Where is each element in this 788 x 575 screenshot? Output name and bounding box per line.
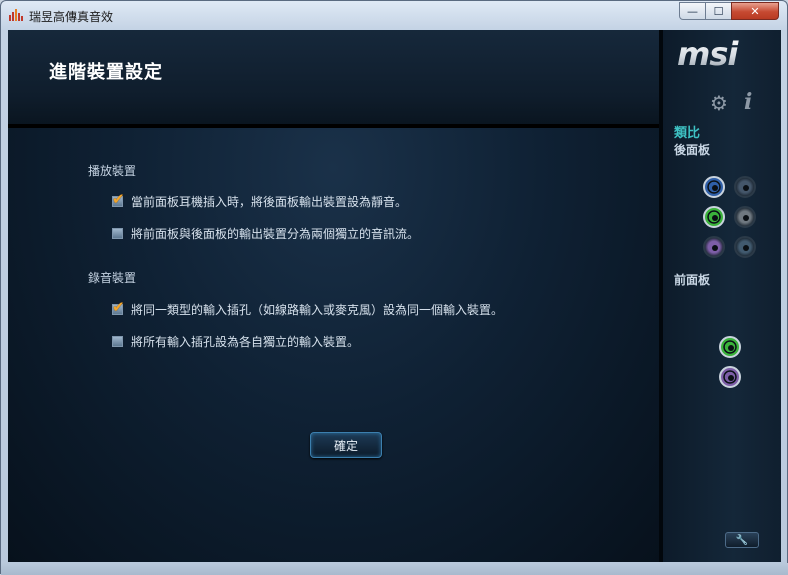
mute-rear-checkbox[interactable] [112, 190, 125, 208]
recording-option-merge-inputs[interactable]: 將同一類型的輸入插孔（如線路輸入或麥克風）設為同一個輸入裝置。 [112, 298, 504, 318]
audio-app-icon [9, 9, 23, 21]
merge-inputs-checkbox[interactable] [112, 298, 125, 316]
back-jack-3[interactable] [703, 206, 725, 228]
front-jack-1[interactable] [719, 336, 741, 358]
header: 進階裝置設定 [8, 30, 661, 124]
back-jack-1[interactable] [703, 176, 725, 198]
recording-option-separate-inputs[interactable]: 將所有輸入插孔設為各自獨立的輸入裝置。 [112, 333, 359, 350]
back-panel-label: 後面板 [674, 143, 711, 157]
window-bottom-frame [1, 563, 788, 575]
analog-label: 類比 [674, 126, 701, 141]
close-icon: ✕ [750, 4, 760, 18]
header-divider [8, 124, 659, 128]
back-jack-4[interactable] [734, 206, 756, 228]
settings-panel: 播放裝置 當前面板耳機插入時，將後面板輸出裝置設為靜音。 將前面板與後面板的輸出… [8, 124, 659, 562]
maximize-button[interactable]: ☐ [705, 2, 732, 20]
split-streams-checkbox[interactable] [112, 228, 123, 239]
ok-button[interactable]: 確定 [310, 432, 382, 458]
back-jack-2[interactable] [734, 176, 756, 198]
playback-option-split-streams[interactable]: 將前面板與後面板的輸出裝置分為兩個獨立的音訊流。 [112, 225, 419, 242]
client-area: 進階裝置設定 播放裝置 當前面板耳機插入時，將後面板輸出裝置設為靜音。 將前面板… [8, 30, 781, 562]
playback-option-mute-rear[interactable]: 當前面板耳機插入時，將後面板輸出裝置設為靜音。 [112, 190, 408, 210]
wrench-button[interactable]: 🔧 [725, 532, 759, 548]
window-title: 瑞昱高傳真音效 [29, 10, 114, 24]
merge-inputs-label: 將同一類型的輸入插孔（如線路輸入或麥克風）設為同一個輸入裝置。 [131, 303, 504, 317]
back-jack-5[interactable] [703, 236, 725, 258]
mute-rear-label: 當前面板耳機插入時，將後面板輸出裝置設為靜音。 [131, 195, 408, 209]
playback-section-label: 播放裝置 [88, 164, 137, 178]
minimize-icon: — [687, 4, 698, 18]
title-bar[interactable]: 瑞昱高傳真音效 — ☐ ✕ [1, 1, 787, 29]
msi-logo-text: msi [677, 38, 739, 73]
wrench-icon: 🔧 [735, 534, 749, 546]
minimize-button[interactable]: — [679, 2, 706, 20]
split-streams-label: 將前面板與後面板的輸出裝置分為兩個獨立的音訊流。 [131, 227, 420, 241]
front-jack-2[interactable] [719, 366, 741, 388]
gear-icon[interactable]: ⚙ [710, 91, 728, 115]
close-button[interactable]: ✕ [731, 2, 779, 20]
app-window: 瑞昱高傳真音效 — ☐ ✕ 進階裝置設定 播放裝置 當前面板耳機插入時，將後面板… [0, 0, 788, 575]
separate-inputs-checkbox[interactable] [112, 336, 123, 347]
page-title: 進階裝置設定 [49, 62, 163, 83]
separate-inputs-label: 將所有輸入插孔設為各自獨立的輸入裝置。 [131, 335, 360, 349]
recording-section-label: 錄音裝置 [88, 271, 137, 285]
front-panel-label: 前面板 [674, 273, 711, 287]
info-icon[interactable]: i [744, 89, 752, 115]
maximize-icon: ☐ [713, 4, 724, 18]
msi-logo: msi [677, 38, 740, 73]
back-jack-6[interactable] [734, 236, 756, 258]
sidebar: msi ⚙ i 類比 後面板 前面板 🔧 [663, 30, 781, 562]
